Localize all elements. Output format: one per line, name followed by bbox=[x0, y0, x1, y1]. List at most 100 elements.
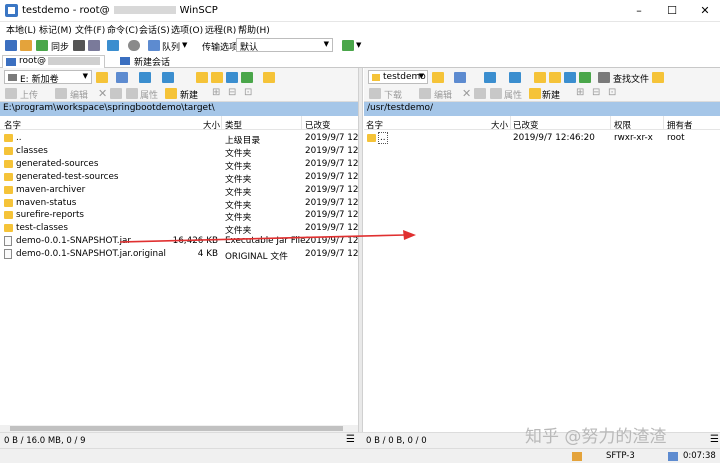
menu-mark[interactable]: 标记(M) bbox=[39, 23, 72, 36]
home-icon[interactable] bbox=[564, 72, 576, 83]
download-button[interactable]: 下载 bbox=[384, 88, 402, 101]
find-files-button[interactable]: 查找文件 bbox=[613, 72, 649, 85]
download-icon[interactable] bbox=[369, 88, 381, 99]
properties-icon[interactable] bbox=[126, 88, 138, 99]
new-icon[interactable] bbox=[529, 88, 541, 99]
table-row[interactable]: .. 2019/9/7 12:46:20 rwxr-xr-x root bbox=[364, 132, 720, 145]
rename-icon[interactable] bbox=[474, 88, 486, 99]
queue-chevron-down-icon[interactable]: ▼ bbox=[182, 41, 187, 49]
preferences-icon[interactable] bbox=[107, 40, 119, 51]
new-icon[interactable] bbox=[165, 88, 177, 99]
col-changed[interactable]: 已改变 bbox=[305, 119, 331, 131]
table-row[interactable]: generated-sources 文件夹 2019/9/7 12: bbox=[0, 158, 361, 172]
open-folder-icon[interactable] bbox=[432, 72, 444, 83]
back-icon[interactable] bbox=[139, 72, 151, 83]
sync-dirs-icon[interactable] bbox=[263, 72, 275, 83]
new-button[interactable]: 新建 bbox=[542, 88, 560, 101]
gear-icon[interactable] bbox=[128, 40, 140, 51]
invert-select-icon[interactable]: ⊡ bbox=[244, 87, 252, 98]
rename-icon[interactable] bbox=[110, 88, 122, 99]
col-changed[interactable]: 已改变 bbox=[513, 119, 539, 131]
refresh-icon[interactable] bbox=[241, 72, 253, 83]
tab-new-session[interactable]: 新建会话 bbox=[118, 55, 170, 68]
menu-remote[interactable]: 远程(R) bbox=[205, 23, 236, 36]
properties-button[interactable]: 属性 bbox=[504, 88, 522, 101]
delete-icon[interactable]: ✕ bbox=[98, 87, 107, 100]
delete-icon[interactable]: ✕ bbox=[462, 87, 471, 100]
table-row[interactable]: maven-archiver 文件夹 2019/9/7 12: bbox=[0, 184, 361, 198]
queue-icon[interactable] bbox=[148, 40, 160, 51]
compare-dirs-icon[interactable] bbox=[5, 40, 17, 51]
menu-file[interactable]: 文件(F) bbox=[75, 23, 105, 36]
menu-session[interactable]: 会话(S) bbox=[139, 23, 170, 36]
drive-select[interactable]: E: 新加卷 ▼ bbox=[4, 70, 92, 85]
maximize-button[interactable]: ☐ bbox=[657, 3, 687, 19]
search-icon[interactable] bbox=[598, 72, 610, 83]
home-icon[interactable] bbox=[226, 72, 238, 83]
parent-dir-icon[interactable] bbox=[196, 72, 208, 83]
table-row[interactable]: maven-status 文件夹 2019/9/7 12: bbox=[0, 197, 361, 211]
edit-button[interactable]: 编辑 bbox=[434, 88, 452, 101]
left-horizontal-scrollbar[interactable] bbox=[0, 425, 358, 432]
filter-icon[interactable] bbox=[116, 72, 128, 83]
properties-button[interactable]: 属性 bbox=[140, 88, 158, 101]
menu-commands[interactable]: 命令(C) bbox=[107, 23, 138, 36]
table-row[interactable]: demo-0.0.1-SNAPSHOT.jar.original 4 KB ORIG… bbox=[0, 248, 361, 262]
forward-icon[interactable] bbox=[162, 72, 174, 83]
minimize-button[interactable]: – bbox=[624, 3, 654, 19]
open-folder-icon[interactable] bbox=[96, 72, 108, 83]
queue-button[interactable]: 队列 bbox=[162, 40, 180, 53]
parent-dir-icon[interactable] bbox=[534, 72, 546, 83]
left-path-bar[interactable]: E:\program\workspace\springbootdemo\targ… bbox=[0, 102, 358, 116]
col-type[interactable]: 类型 bbox=[225, 119, 242, 131]
col-size[interactable]: 大小 bbox=[491, 119, 508, 131]
filter-icon[interactable] bbox=[454, 72, 466, 83]
edit-button[interactable]: 编辑 bbox=[70, 88, 88, 101]
deselect-icon[interactable]: ⊟ bbox=[592, 87, 600, 98]
col-owner[interactable]: 拥有者 bbox=[667, 119, 693, 131]
table-row[interactable]: .. 上级目录 2019/9/7 12: bbox=[0, 132, 361, 146]
menu-help[interactable]: 帮助(H) bbox=[238, 23, 270, 36]
upload-button[interactable]: 上传 bbox=[20, 88, 38, 101]
sync-icon[interactable] bbox=[36, 40, 48, 51]
col-rights[interactable]: 权限 bbox=[614, 119, 631, 131]
menu-local[interactable]: 本地(L) bbox=[6, 23, 36, 36]
select-icon[interactable]: ⊞ bbox=[576, 87, 584, 98]
hidden-files-icon[interactable]: ☰ bbox=[346, 434, 355, 445]
forward-icon[interactable] bbox=[509, 72, 521, 83]
table-row[interactable]: classes 文件夹 2019/9/7 12: bbox=[0, 145, 361, 159]
root-dir-icon[interactable] bbox=[549, 72, 561, 83]
deselect-icon[interactable]: ⊟ bbox=[228, 87, 236, 98]
select-icon[interactable]: ⊞ bbox=[212, 87, 220, 98]
new-button[interactable]: 新建 bbox=[180, 88, 198, 101]
putty-icon[interactable] bbox=[88, 40, 100, 51]
terminal-icon[interactable] bbox=[73, 40, 85, 51]
menu-options[interactable]: 选项(O) bbox=[171, 23, 203, 36]
col-size[interactable]: 大小 bbox=[203, 119, 220, 131]
upload-icon[interactable] bbox=[5, 88, 17, 99]
refresh-icon[interactable] bbox=[579, 72, 591, 83]
close-button[interactable]: ✕ bbox=[690, 3, 720, 19]
col-name[interactable]: 名字 bbox=[4, 119, 21, 131]
back-icon[interactable] bbox=[484, 72, 496, 83]
properties-icon[interactable] bbox=[490, 88, 502, 99]
sync-browse-icon[interactable] bbox=[20, 40, 32, 51]
globe-icon[interactable] bbox=[342, 40, 354, 51]
sync-button[interactable]: 同步 bbox=[51, 40, 69, 53]
scrollbar-thumb[interactable] bbox=[10, 426, 343, 431]
table-row[interactable]: surefire-reports 文件夹 2019/9/7 12: bbox=[0, 209, 361, 223]
right-path-bar[interactable]: /usr/testdemo/ bbox=[364, 102, 720, 116]
table-row[interactable]: test-classes 文件夹 2019/9/7 12: bbox=[0, 222, 361, 236]
remote-dir-select[interactable]: testdemo ▼ bbox=[368, 70, 428, 84]
transfer-settings-select[interactable]: 默认 ▼ bbox=[236, 38, 333, 53]
invert-select-icon[interactable]: ⊡ bbox=[608, 87, 616, 98]
panel-splitter[interactable] bbox=[358, 68, 363, 448]
table-row[interactable]: demo-0.0.1-SNAPSHOT.jar 16,426 KB Executab… bbox=[0, 235, 361, 248]
chevron-down-icon[interactable]: ▼ bbox=[356, 41, 361, 49]
edit-icon[interactable] bbox=[419, 88, 431, 99]
edit-icon[interactable] bbox=[55, 88, 67, 99]
tab-session[interactable]: root@ bbox=[2, 55, 106, 68]
root-dir-icon[interactable] bbox=[211, 72, 223, 83]
hidden-files-icon[interactable]: ☰ bbox=[710, 434, 719, 445]
table-row[interactable]: generated-test-sources 文件夹 2019/9/7 12: bbox=[0, 171, 361, 185]
